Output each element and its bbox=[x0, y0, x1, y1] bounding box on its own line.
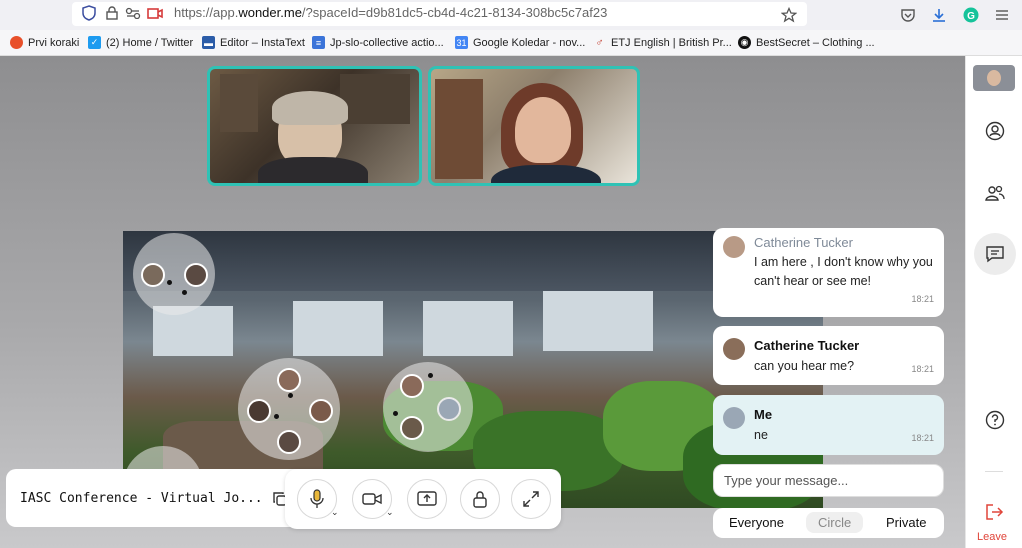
fullscreen-button[interactable] bbox=[511, 479, 551, 519]
bookmark-item[interactable]: ◉ BestSecret – Clothing ... bbox=[738, 36, 875, 49]
participant-face bbox=[515, 97, 571, 163]
user-circle-icon bbox=[985, 121, 1005, 141]
download-icon[interactable] bbox=[929, 5, 949, 25]
participant-body bbox=[491, 165, 601, 183]
participant-body bbox=[258, 157, 368, 183]
share-screen-button[interactable] bbox=[407, 479, 447, 519]
camera-sharing-icon[interactable] bbox=[146, 4, 164, 22]
shield-icon[interactable] bbox=[80, 4, 98, 22]
grammarly-icon[interactable]: G bbox=[961, 5, 981, 25]
chat-message: Catherine Tucker I am here , I don't kno… bbox=[713, 228, 944, 317]
audience-circle[interactable]: Circle bbox=[806, 512, 864, 533]
video-tile-participant-1[interactable] bbox=[207, 66, 422, 186]
twitter-icon: ✓ bbox=[88, 36, 101, 49]
bookmark-item[interactable]: ✓ (2) Home / Twitter bbox=[88, 36, 193, 49]
audience-everyone[interactable]: Everyone bbox=[729, 515, 784, 530]
space-title: IASC Conference - Virtual Jo... bbox=[20, 491, 263, 506]
browser-toolbar: https://app.wonder.me/?spaceId=d9b81dc5-… bbox=[0, 0, 1022, 30]
chat-message: Catherine Tucker can you hear me? 18:21 bbox=[713, 326, 944, 385]
url-text[interactable]: https://app.wonder.me/?spaceId=d9b81dc5-… bbox=[174, 5, 607, 20]
avatar[interactable] bbox=[277, 368, 301, 392]
menu-icon[interactable] bbox=[992, 5, 1012, 25]
calendar-icon: 31 bbox=[455, 36, 468, 49]
avatar[interactable] bbox=[277, 430, 301, 454]
share-screen-icon bbox=[417, 491, 437, 506]
lock-circle-button[interactable] bbox=[460, 479, 500, 519]
leave-label[interactable]: Leave bbox=[977, 531, 1007, 543]
avatar bbox=[723, 236, 745, 258]
leave-icon bbox=[986, 504, 1004, 520]
profile-button[interactable] bbox=[981, 117, 1009, 145]
help-icon bbox=[985, 410, 1005, 430]
pocket-icon[interactable] bbox=[898, 5, 918, 25]
bookmark-item[interactable]: Prvi koraki bbox=[10, 36, 79, 49]
avatar[interactable] bbox=[247, 399, 271, 423]
audience-private[interactable]: Private bbox=[886, 515, 926, 530]
chat-message-own: Me ne 18:21 bbox=[713, 395, 944, 455]
bookmark-item[interactable]: ♂ ETJ English | British Pr... bbox=[593, 36, 731, 49]
chat-button[interactable] bbox=[974, 233, 1016, 275]
chevron-down-icon[interactable]: ⌄ bbox=[331, 507, 339, 518]
chevron-down-icon[interactable]: ⌄ bbox=[386, 507, 394, 518]
bookmarks-bar: Prvi koraki ✓ (2) Home / Twitter ▬ Edito… bbox=[0, 30, 1022, 56]
camera-icon bbox=[362, 493, 382, 505]
svg-text:G: G bbox=[967, 11, 975, 22]
instatext-icon: ▬ bbox=[202, 36, 215, 49]
permissions-icon[interactable] bbox=[124, 4, 142, 22]
rail-divider bbox=[985, 471, 1003, 472]
leave-button[interactable] bbox=[981, 498, 1009, 526]
chat-message-input[interactable] bbox=[713, 464, 944, 497]
lock-icon[interactable] bbox=[103, 4, 121, 22]
avatar[interactable] bbox=[400, 374, 424, 398]
bookmark-item[interactable]: 31 Google Koledar - nov... bbox=[455, 36, 585, 49]
unlock-icon bbox=[473, 491, 487, 508]
my-avatar bbox=[723, 407, 745, 429]
bookmark-item[interactable]: ≡ Jp-slo-collective actio... bbox=[312, 36, 444, 49]
video-tile-participant-2[interactable] bbox=[428, 66, 640, 186]
microphone-icon bbox=[310, 489, 324, 508]
my-video-thumbnail[interactable] bbox=[973, 65, 1015, 91]
expand-icon bbox=[523, 491, 539, 507]
people-icon bbox=[985, 185, 1005, 201]
avatar[interactable] bbox=[141, 263, 165, 287]
avatar[interactable] bbox=[400, 416, 424, 440]
avatar bbox=[723, 338, 745, 360]
bookmark-item[interactable]: ▬ Editor – InstaText bbox=[202, 36, 305, 49]
bookmark-star-icon[interactable] bbox=[779, 5, 799, 25]
avatar[interactable] bbox=[309, 399, 333, 423]
participant-hair bbox=[272, 91, 348, 125]
help-button[interactable] bbox=[981, 406, 1009, 434]
people-button[interactable] bbox=[981, 179, 1009, 207]
etj-icon: ♂ bbox=[595, 36, 604, 49]
firefox-icon bbox=[10, 36, 23, 49]
avatar[interactable] bbox=[184, 263, 208, 287]
chat-icon bbox=[986, 246, 1004, 263]
bestsecret-icon: ◉ bbox=[738, 36, 751, 49]
docs-icon: ≡ bbox=[312, 36, 325, 49]
my-avatar[interactable] bbox=[437, 397, 461, 421]
